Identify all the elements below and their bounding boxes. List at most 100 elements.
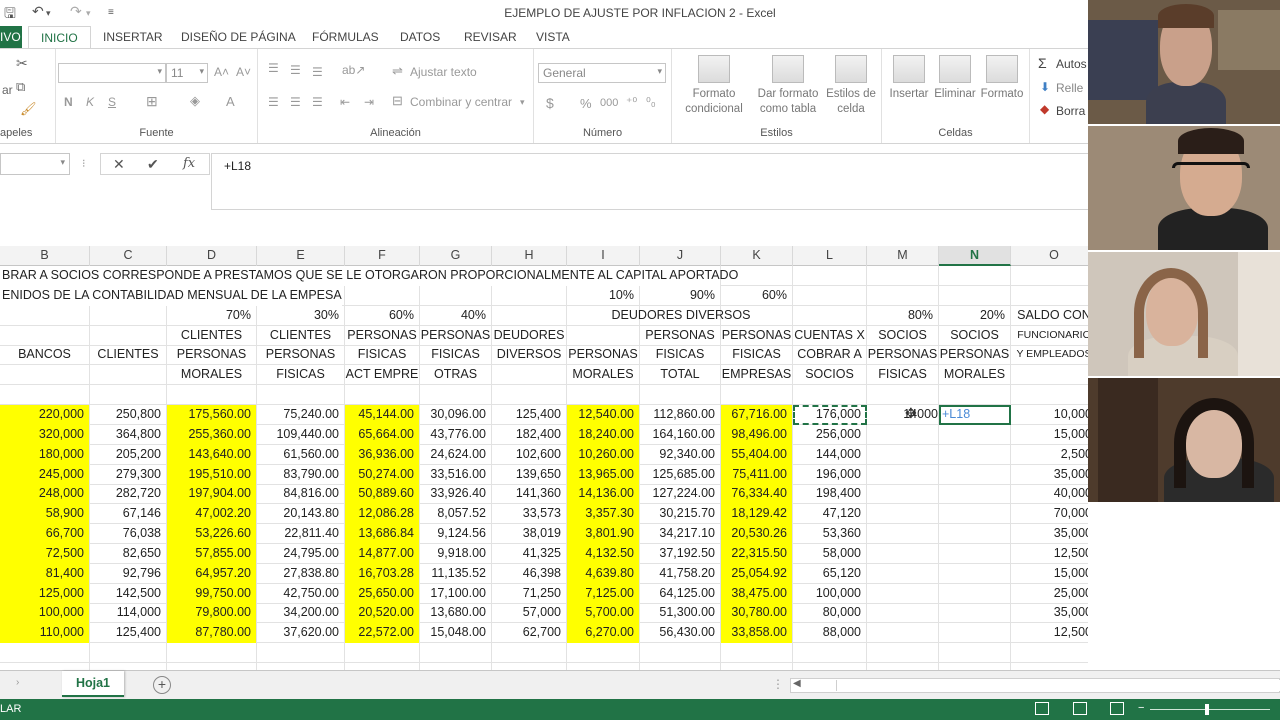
data-cell[interactable]: 70,000 bbox=[1011, 504, 1088, 524]
data-cell[interactable] bbox=[867, 603, 939, 624]
percent-cell[interactable]: 60% bbox=[721, 285, 793, 306]
data-cell[interactable]: 24,624.00 bbox=[420, 444, 492, 465]
cell[interactable] bbox=[420, 663, 492, 670]
data-cell[interactable]: 8,057.52 bbox=[420, 504, 492, 525]
percent-cell[interactable]: 60% bbox=[345, 305, 420, 326]
data-cell[interactable]: 248,000 bbox=[0, 484, 90, 505]
cell[interactable] bbox=[793, 305, 867, 326]
decrease-indent-icon[interactable]: ⇤ bbox=[340, 95, 350, 109]
data-cell[interactable] bbox=[867, 424, 939, 445]
data-cell[interactable]: 45,144.00 bbox=[345, 404, 420, 425]
currency-button[interactable]: $ bbox=[546, 95, 554, 111]
data-cell[interactable]: 143,640.00 bbox=[167, 444, 257, 465]
worksheet-grid[interactable]: BCDEFGHIJKLMNO BRAR A SOCIOS CORRESPONDE… bbox=[0, 246, 1088, 670]
data-cell[interactable]: 47,002.20 bbox=[167, 504, 257, 525]
wrap-text-icon[interactable]: ⇌ bbox=[392, 63, 403, 79]
align-left-icon[interactable]: ☰ bbox=[268, 95, 279, 109]
data-cell[interactable]: 12,500 bbox=[1011, 544, 1088, 564]
data-cell[interactable]: 67,146 bbox=[90, 504, 167, 525]
data-cell[interactable] bbox=[939, 603, 1011, 624]
data-cell[interactable]: 66,700 bbox=[0, 524, 90, 545]
data-cell[interactable]: 13,686.84 bbox=[345, 524, 420, 545]
data-cell[interactable] bbox=[867, 623, 939, 644]
column-header-D[interactable]: D bbox=[167, 246, 257, 266]
cell[interactable] bbox=[345, 663, 420, 670]
data-cell[interactable]: 18,129.42 bbox=[721, 504, 793, 525]
column-header-B[interactable]: B bbox=[0, 246, 90, 266]
data-cell[interactable]: 47,120 bbox=[793, 504, 867, 525]
header-cell[interactable] bbox=[90, 365, 167, 386]
column-header-C[interactable]: C bbox=[90, 246, 167, 266]
header-cell[interactable]: MORALES bbox=[939, 365, 1011, 386]
header-cell[interactable] bbox=[0, 325, 90, 346]
data-cell[interactable] bbox=[867, 543, 939, 564]
data-cell[interactable]: 14000 ✥ bbox=[867, 404, 939, 425]
column-header-H[interactable]: H bbox=[492, 246, 567, 266]
header-cell[interactable] bbox=[0, 365, 90, 386]
data-cell[interactable]: 65,120 bbox=[793, 563, 867, 584]
data-cell[interactable]: 10,260.00 bbox=[567, 444, 640, 465]
data-cell[interactable]: 144,000 bbox=[793, 444, 867, 465]
data-cell[interactable] bbox=[939, 424, 1011, 445]
header-cell[interactable]: FISICAS bbox=[420, 345, 492, 366]
cell[interactable] bbox=[867, 285, 939, 306]
cell[interactable] bbox=[939, 663, 1011, 670]
data-cell[interactable]: 197,904.00 bbox=[167, 484, 257, 505]
data-cell[interactable]: 22,572.00 bbox=[345, 623, 420, 644]
data-cell[interactable]: 11,135.52 bbox=[420, 563, 492, 584]
header-cell[interactable]: FUNCIONARIO bbox=[1011, 326, 1088, 346]
header-cell[interactable]: TOTAL bbox=[640, 365, 721, 386]
data-cell[interactable]: 198,400 bbox=[793, 484, 867, 505]
data-cell[interactable]: 65,664.00 bbox=[345, 424, 420, 445]
data-cell[interactable]: 110,000 bbox=[0, 623, 90, 644]
percent-cell[interactable]: 40% bbox=[420, 305, 492, 326]
header-cell[interactable]: PERSONAS bbox=[345, 325, 420, 346]
data-cell[interactable]: 182,400 bbox=[492, 424, 567, 445]
cell[interactable] bbox=[345, 285, 420, 306]
data-cell[interactable]: 320,000 bbox=[0, 424, 90, 445]
data-cell[interactable]: 125,400 bbox=[492, 404, 567, 425]
column-header-F[interactable]: F bbox=[345, 246, 420, 266]
cell[interactable] bbox=[793, 663, 867, 670]
data-cell[interactable]: 112,860.00 bbox=[640, 404, 721, 425]
data-cell[interactable]: 4,639.80 bbox=[567, 563, 640, 584]
data-cell[interactable]: 37,620.00 bbox=[257, 623, 345, 644]
autosum-button[interactable]: Autos bbox=[1056, 57, 1087, 71]
data-cell[interactable]: 2,500 bbox=[1011, 445, 1088, 465]
header-cell[interactable]: SOCIOS bbox=[939, 325, 1011, 346]
data-cell[interactable]: 87,780.00 bbox=[167, 623, 257, 644]
data-cell[interactable]: 100,000 bbox=[0, 603, 90, 624]
column-header-M[interactable]: M bbox=[867, 246, 939, 266]
data-cell[interactable]: 36,936.00 bbox=[345, 444, 420, 465]
data-cell[interactable]: 57,000 bbox=[492, 603, 567, 624]
page-layout-view-icon[interactable] bbox=[1073, 702, 1087, 715]
merge-icon[interactable]: ⊟ bbox=[392, 93, 403, 109]
header-cell[interactable]: SOCIOS bbox=[793, 365, 867, 386]
percent-cell[interactable]: 80% bbox=[867, 305, 939, 326]
cell[interactable] bbox=[939, 385, 1011, 406]
data-cell[interactable]: 20,520.00 bbox=[345, 603, 420, 624]
data-cell[interactable] bbox=[939, 464, 1011, 485]
delete-cells-button[interactable]: Eliminar bbox=[932, 55, 978, 102]
data-cell[interactable]: 196,000 bbox=[793, 464, 867, 485]
data-cell[interactable]: 56,430.00 bbox=[640, 623, 721, 644]
name-box[interactable] bbox=[0, 153, 70, 175]
tab-inicio[interactable]: INICIO bbox=[28, 26, 91, 49]
data-cell[interactable]: 30,096.00 bbox=[420, 404, 492, 425]
sheet-nav-icon[interactable]: › bbox=[16, 677, 19, 688]
header-cell[interactable] bbox=[492, 365, 567, 386]
cell[interactable] bbox=[1011, 663, 1088, 670]
data-cell[interactable]: 180,000 bbox=[0, 444, 90, 465]
data-cell[interactable] bbox=[939, 583, 1011, 604]
data-cell[interactable]: 67,716.00 bbox=[721, 404, 793, 425]
cell[interactable] bbox=[640, 643, 721, 664]
italic-button[interactable]: K bbox=[86, 95, 94, 109]
header-cell[interactable]: CLIENTES bbox=[167, 325, 257, 346]
cell[interactable] bbox=[90, 663, 167, 670]
header-cell[interactable]: FISICAS bbox=[257, 365, 345, 386]
cell[interactable] bbox=[492, 643, 567, 664]
data-cell[interactable]: 25,650.00 bbox=[345, 583, 420, 604]
cell[interactable] bbox=[0, 305, 90, 326]
data-cell[interactable]: 43,776.00 bbox=[420, 424, 492, 445]
shrink-font-icon[interactable]: A˅ bbox=[236, 65, 251, 79]
